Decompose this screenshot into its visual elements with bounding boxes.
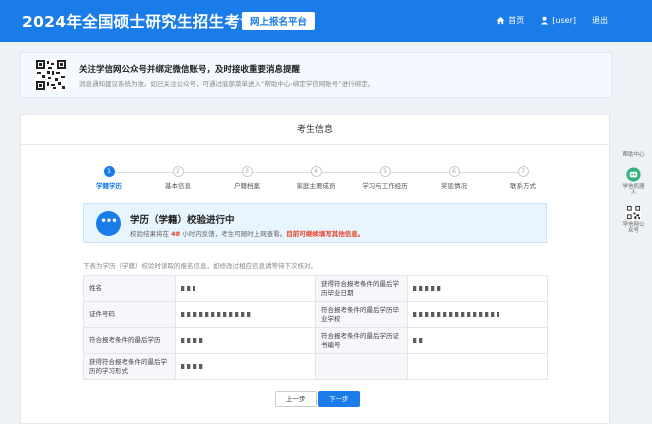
- step-6-label: 奖惩情况: [441, 182, 467, 190]
- step-3[interactable]: 3 户籍档案: [207, 163, 287, 190]
- table-label: 证件号码: [83, 301, 176, 328]
- user-icon: [541, 16, 549, 25]
- step-7-label: 联系方式: [510, 182, 536, 190]
- table-row: 获得符合报考条件的最后学历的学习形式: [83, 353, 548, 380]
- step-1-label: 学籍学历: [96, 182, 122, 190]
- table-value-cert-number: [407, 327, 548, 354]
- table-label-empty: [315, 353, 408, 380]
- step-5-label: 学习与工作经历: [362, 182, 408, 190]
- nav-home-label: 首页: [508, 16, 525, 25]
- nav-home-link[interactable]: 首页: [496, 15, 524, 26]
- help-center-label: 帮助中心: [622, 152, 645, 158]
- side-toolbar: 帮助中心 学信机器人 学信网公众号: [620, 152, 647, 243]
- status-description: 校验结果将在 48 小时内反馈，考生可随时上网查看。目前可继续填写其他信息。: [130, 228, 364, 238]
- step-7-number: 7: [517, 166, 529, 177]
- qr-code-icon: [626, 204, 641, 220]
- table-label: 符合报考条件的最后学历: [83, 327, 176, 354]
- step-5[interactable]: 5 学习与工作经历: [345, 163, 425, 190]
- candidate-info-card: 考生信息 1 学籍学历 2 基本信息 3 户籍档案 4 家庭主要成员 5 学习与…: [20, 114, 610, 424]
- redacted-value: [413, 285, 443, 291]
- top-nav: 首页 [user] 退出: [496, 15, 608, 26]
- table-value-education: [175, 327, 316, 354]
- step-2-label: 基本信息: [165, 182, 191, 190]
- table-value-grad-date: [407, 275, 548, 302]
- table-value-id-number: [175, 301, 316, 328]
- status-hours: 48: [171, 230, 181, 238]
- robot-assistant-label: 学信机器人: [622, 183, 645, 197]
- nav-logout-label: 退出: [592, 16, 608, 25]
- status-title: 学历（学籍）校验进行中: [130, 215, 235, 226]
- prev-step-button[interactable]: 上一步: [275, 391, 317, 407]
- home-icon: [496, 16, 505, 25]
- step-4-label: 家庭主要成员: [296, 182, 336, 190]
- step-6[interactable]: 6 奖惩情况: [414, 163, 494, 190]
- redacted-value: [181, 363, 205, 369]
- table-label: 获得符合报考条件的最后学历毕业日期: [315, 275, 408, 302]
- step-2-number: 2: [172, 166, 184, 177]
- wechat-notice-banner: 关注学信网公众号并绑定微信账号，及时接收重要消息提醒 消息通知建议系统为准。如已…: [20, 52, 612, 98]
- table-label: 姓名: [83, 275, 176, 302]
- redacted-value: [413, 311, 499, 317]
- site-title: 2024年全国硕士研究生招生考试: [22, 13, 256, 31]
- wechat-account-link[interactable]: 学信网公众号: [620, 204, 647, 235]
- step-3-number: 3: [241, 166, 253, 177]
- status-desc-highlight: 目前可继续填写其他信息。: [286, 230, 365, 238]
- table-label: 符合报考条件的最后学历毕业学校: [315, 301, 408, 328]
- redacted-value: [181, 285, 195, 291]
- step-2[interactable]: 2 基本信息: [138, 163, 218, 190]
- enrollment-info-table: 姓名 获得符合报考条件的最后学历毕业日期 证件号码 符合报考条件的最后学历毕业学…: [83, 275, 548, 380]
- nav-logout-link[interactable]: 退出: [592, 15, 608, 26]
- wechat-account-label: 学信网公众号: [622, 221, 645, 235]
- robot-assistant-link[interactable]: 学信机器人: [620, 166, 647, 197]
- verification-status-box: ••• 学历（学籍）校验进行中 校验结果将在 48 小时内反馈，考生可随时上网查…: [83, 203, 547, 243]
- card-title: 考生信息: [21, 115, 609, 145]
- top-header-bar: 2024年全国硕士研究生招生考试 网上报名平台 首页 [user] 退出: [0, 0, 652, 42]
- table-row: 姓名 获得符合报考条件的最后学历毕业日期: [83, 275, 548, 302]
- step-4[interactable]: 4 家庭主要成员: [276, 163, 356, 190]
- redacted-value: [413, 337, 425, 343]
- table-value-empty: [407, 353, 548, 380]
- table-value-study-form: [175, 353, 316, 380]
- in-progress-dots-icon: •••: [96, 211, 121, 236]
- notice-title: 关注学信网公众号并绑定微信账号，及时接收重要消息提醒: [79, 65, 301, 75]
- step-3-label: 户籍档案: [234, 182, 260, 190]
- step-7[interactable]: 7 联系方式: [483, 163, 563, 190]
- progress-steps: 1 学籍学历 2 基本信息 3 户籍档案 4 家庭主要成员 5 学习与工作经历 …: [21, 163, 611, 193]
- table-row: 符合报考条件的最后学历 符合报考条件的最后学历证书编号: [83, 327, 548, 354]
- step-1-number: 1: [103, 166, 115, 177]
- table-value-school: [407, 301, 548, 328]
- table-label: 获得符合报考条件的最后学历的学习形式: [83, 353, 176, 380]
- step-5-number: 5: [379, 166, 391, 177]
- robot-icon: [626, 166, 641, 182]
- status-desc-middle: 小时内反馈，考生可随时上网查看。: [180, 230, 287, 238]
- notice-subtitle: 消息通知建议系统为准。如已关注公众号，可通过底部菜单进入“帮助中心-绑定学信网账…: [79, 80, 375, 88]
- table-row: 证件号码 符合报考条件的最后学历毕业学校: [83, 301, 548, 328]
- nav-user-name: [user]: [552, 16, 576, 25]
- redacted-value: [181, 337, 203, 343]
- step-1[interactable]: 1 学籍学历: [69, 163, 149, 190]
- table-label: 符合报考条件的最后学历证书编号: [315, 327, 408, 354]
- step-4-number: 4: [310, 166, 322, 177]
- redacted-value: [181, 311, 253, 317]
- next-step-button[interactable]: 下一步: [318, 391, 360, 407]
- qr-code-icon: [35, 59, 67, 91]
- table-value-name: [175, 275, 316, 302]
- help-center-link[interactable]: 帮助中心: [620, 152, 647, 159]
- step-6-number: 6: [448, 166, 460, 177]
- platform-tag: 网上报名平台: [242, 12, 316, 30]
- status-desc-prefix: 校验结果将在: [130, 230, 172, 238]
- table-note: 下表为学历（学籍）校验时读取的报名信息，如修改过相应信息请等待下次核对。: [83, 262, 317, 270]
- nav-user-menu[interactable]: [user]: [540, 16, 576, 25]
